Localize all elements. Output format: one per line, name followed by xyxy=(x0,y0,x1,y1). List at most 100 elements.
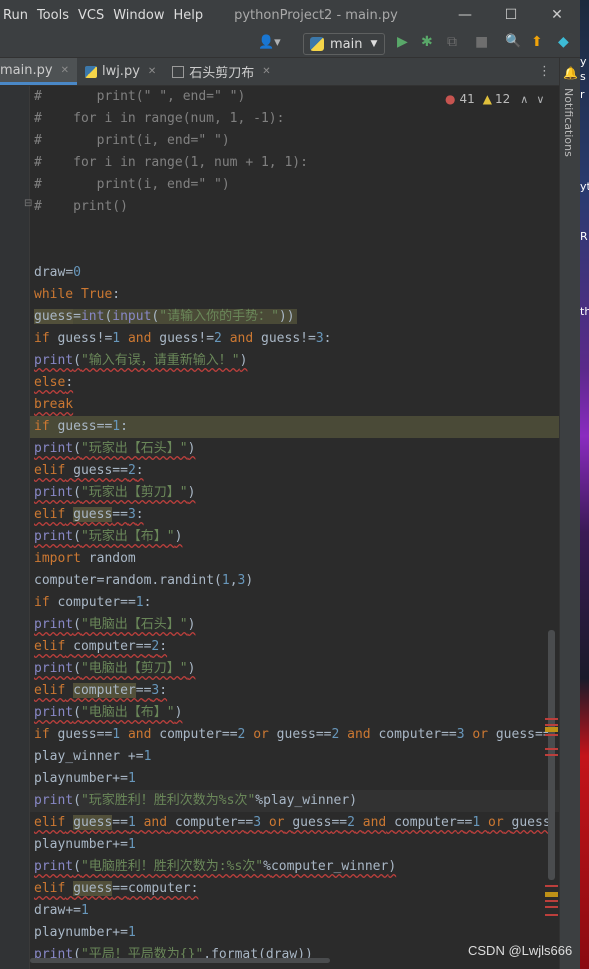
debug-icon[interactable]: ✱ xyxy=(421,34,433,50)
bell-icon[interactable]: 🔔 xyxy=(563,66,578,80)
code-line[interactable]: # for i in range(1, num + 1, 1): xyxy=(30,152,559,174)
code-line[interactable]: playnumber+=1 xyxy=(30,768,559,790)
tab-main-py[interactable]: main.py ✕ xyxy=(0,58,77,85)
run-configuration-select[interactable]: main ▼ xyxy=(303,33,385,55)
code-line[interactable]: # for i in range(num, 1, -1): xyxy=(30,108,559,130)
inspection-widget[interactable]: ● 41 ▲ 12 ∧ ∨ xyxy=(445,90,552,108)
horizontal-scrollbar[interactable] xyxy=(30,958,330,963)
code-line[interactable]: # print(i, end=" ") xyxy=(30,174,559,196)
desktop-text: y xyxy=(580,55,587,68)
error-marker[interactable] xyxy=(545,718,558,720)
menu-help[interactable]: Help xyxy=(173,8,212,23)
code-line[interactable]: draw=0 xyxy=(30,262,559,284)
maximize-button[interactable]: ☐ xyxy=(488,7,534,23)
warning-marker[interactable] xyxy=(545,892,558,897)
code-line[interactable]: if guess==1: xyxy=(30,416,559,438)
previous-problem-icon[interactable]: ∧ xyxy=(520,93,528,106)
code-line[interactable]: draw+=1 xyxy=(30,900,559,922)
code-line[interactable]: print("玩家出【剪刀】") xyxy=(30,482,559,504)
python-file-icon xyxy=(84,65,97,78)
code-line[interactable]: guess=int(input("请输入你的手势：")) xyxy=(30,306,559,328)
error-marker[interactable] xyxy=(545,900,558,902)
python-icon xyxy=(310,37,324,51)
run-icon[interactable]: ▶ xyxy=(397,34,408,50)
update-icon[interactable]: ⬆ xyxy=(531,34,543,50)
code-line[interactable]: elif guess==computer: xyxy=(30,878,559,900)
code-line[interactable]: print("电脑出【石头】") xyxy=(30,614,559,636)
code-line[interactable]: print("玩家出【石头】") xyxy=(30,438,559,460)
tab-rock-paper-scissors[interactable]: 石头剪刀布 ✕ xyxy=(164,58,278,85)
error-marker[interactable] xyxy=(545,754,558,756)
code-line[interactable]: print("电脑出【布】") xyxy=(30,702,559,724)
code-line[interactable]: elif guess==1 and computer==3 or guess==… xyxy=(30,812,559,834)
code-line[interactable]: computer=random.randint(1,3) xyxy=(30,570,559,592)
code-line[interactable]: # print(i, end=" ") xyxy=(30,130,559,152)
desktop-text: yt xyxy=(580,180,589,193)
next-problem-icon[interactable]: ∨ xyxy=(536,93,544,106)
code-line[interactable]: play_winner +=1 xyxy=(30,746,559,768)
watermark: CSDN @Lwjls666 xyxy=(468,943,573,958)
code-line[interactable]: print("电脑出【剪刀】") xyxy=(30,658,559,680)
editor-gutter[interactable] xyxy=(0,86,30,969)
code-line[interactable]: import random xyxy=(30,548,559,570)
error-marker[interactable] xyxy=(545,906,558,908)
close-icon[interactable]: ✕ xyxy=(61,65,69,76)
menu-window[interactable]: Window xyxy=(113,8,173,23)
code-line[interactable]: if computer==1: xyxy=(30,592,559,614)
code-line[interactable] xyxy=(30,240,559,262)
title-bar: Run Tools VCS Window Help pythonProject2… xyxy=(0,0,580,30)
code-line[interactable]: playnumber+=1 xyxy=(30,922,559,944)
coverage-icon[interactable]: ⧉ xyxy=(447,34,457,50)
text-file-icon xyxy=(172,65,185,78)
window-title: pythonProject2 - main.py xyxy=(234,7,398,23)
warning-icon: ▲ xyxy=(482,92,492,106)
window-controls: — ☐ ✕ xyxy=(442,0,580,30)
tab-lwj-py[interactable]: lwj.py ✕ xyxy=(77,58,164,85)
minimize-button[interactable]: — xyxy=(442,7,488,23)
menu-vcs[interactable]: VCS xyxy=(78,8,113,23)
warning-count: 12 xyxy=(495,92,511,106)
code-line[interactable]: print("玩家胜利！胜利次数为%s次"%play_winner) xyxy=(30,790,559,812)
code-line[interactable]: else: xyxy=(30,372,559,394)
code-line[interactable]: elif guess==3: xyxy=(30,504,559,526)
editor-tabs: main.py ✕ lwj.py ✕ 石头剪刀布 ✕ ⋮ xyxy=(0,58,559,86)
error-marker[interactable] xyxy=(545,914,558,916)
tab-label: main.py xyxy=(0,62,53,78)
close-icon[interactable]: ✕ xyxy=(148,66,156,77)
desktop-text: R xyxy=(580,230,588,243)
code-line[interactable] xyxy=(30,218,559,240)
close-icon[interactable]: ✕ xyxy=(262,66,270,77)
error-count: 41 xyxy=(459,92,475,106)
menu-tools[interactable]: Tools xyxy=(37,8,78,23)
tabs-more-icon[interactable]: ⋮ xyxy=(530,58,559,85)
plugin-icon[interactable]: ◆ xyxy=(558,34,569,50)
code-line[interactable]: if guess==1 and computer==2 or guess==2 … xyxy=(30,724,559,746)
error-marker[interactable] xyxy=(545,748,558,750)
code-line[interactable]: print("玩家出【布】") xyxy=(30,526,559,548)
code-line[interactable]: while True: xyxy=(30,284,559,306)
menu-run[interactable]: Run xyxy=(3,8,37,23)
toolbar: 👤▾ main ▼ ▶ ✱ ⧉ ■ 🔍 ⬆ ◆ xyxy=(0,30,580,58)
error-marker[interactable] xyxy=(545,724,558,726)
desktop-text: s xyxy=(580,70,586,83)
warning-marker[interactable] xyxy=(545,727,558,732)
notifications-tool-window[interactable]: Notifications xyxy=(562,88,575,157)
error-icon: ● xyxy=(445,92,456,106)
error-marker[interactable] xyxy=(545,734,558,736)
code-line[interactable]: elif computer==3: xyxy=(30,680,559,702)
code-editor[interactable]: # print(" ", end=" ") # for i in range(nu… xyxy=(30,86,559,969)
code-line[interactable]: elif computer==2: xyxy=(30,636,559,658)
code-line[interactable]: print("输入有误，请重新输入！") xyxy=(30,350,559,372)
user-icon[interactable]: 👤▾ xyxy=(258,35,281,50)
code-line[interactable]: if guess!=1 and guess!=2 and guess!=3: xyxy=(30,328,559,350)
search-icon[interactable]: 🔍 xyxy=(505,34,521,49)
stop-icon[interactable]: ■ xyxy=(475,34,488,50)
code-line[interactable]: print("电脑胜利！胜利次数为:%s次"%computer_winner) xyxy=(30,856,559,878)
code-line[interactable]: # print() xyxy=(30,196,559,218)
code-line[interactable]: elif guess==2: xyxy=(30,460,559,482)
close-button[interactable]: ✕ xyxy=(534,7,580,23)
code-line[interactable]: playnumber+=1 xyxy=(30,834,559,856)
code-line[interactable]: break xyxy=(30,394,559,416)
tab-label: lwj.py xyxy=(101,64,140,79)
error-marker[interactable] xyxy=(545,885,558,887)
